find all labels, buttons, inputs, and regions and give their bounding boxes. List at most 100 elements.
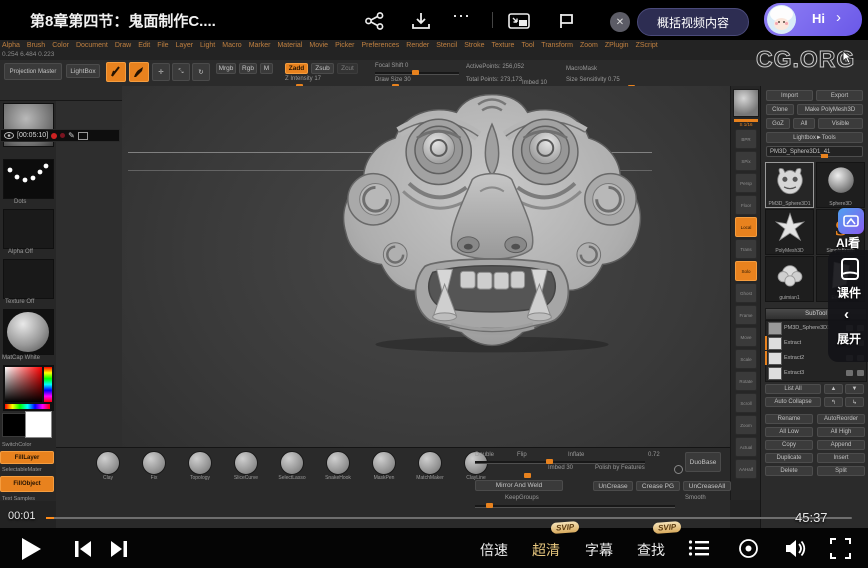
edit-mode-button[interactable]: [106, 62, 126, 82]
menu-light[interactable]: Light: [200, 40, 215, 51]
clone-button[interactable]: Clone: [766, 104, 794, 115]
goz-button[interactable]: GoZ: [766, 118, 790, 129]
imbed30-slider-label[interactable]: Imbed 30: [548, 465, 573, 471]
make-polymesh3d-button[interactable]: Make PolyMesh3D: [797, 104, 863, 115]
oni-mask-model[interactable]: [334, 88, 650, 356]
main-color-swatch[interactable]: [2, 413, 26, 437]
menu-draw[interactable]: Draw: [115, 40, 131, 51]
bottom-brush-slicecurve[interactable]: SliceCurve: [224, 451, 268, 481]
region-icon[interactable]: [78, 132, 88, 140]
subtool-move-down-button[interactable]: ↳: [845, 397, 864, 407]
auto-collapse-button[interactable]: Auto Collapse: [765, 397, 821, 407]
keep-groups-label[interactable]: KeepGroups: [505, 495, 539, 501]
menu-zplugin[interactable]: ZPlugin: [605, 40, 629, 51]
export-button[interactable]: Export: [816, 90, 863, 101]
menu-zoom[interactable]: Zoom: [580, 40, 598, 51]
inflate-label[interactable]: Inflate: [568, 452, 584, 458]
flip-label[interactable]: Flip: [517, 452, 527, 458]
collapse-chevron-icon[interactable]: ‹: [844, 306, 849, 323]
switch-color-label[interactable]: SwitchColor: [2, 442, 31, 448]
polish-label[interactable]: Polish by Features: [595, 465, 645, 471]
rgb-button[interactable]: Rgb: [239, 63, 257, 74]
preview-material-thumbnail[interactable]: [733, 89, 759, 117]
smooth-knob[interactable]: [486, 503, 493, 508]
menu-document[interactable]: Document: [76, 40, 108, 51]
draw-mode-button[interactable]: [129, 62, 149, 82]
subtool-insert-button[interactable]: Insert: [817, 453, 865, 463]
inflate-knob[interactable]: [546, 459, 553, 464]
smooth-label[interactable]: Smooth: [685, 495, 706, 501]
playlist-icon[interactable]: [688, 539, 710, 557]
ai-label[interactable]: AI看: [836, 234, 860, 251]
import-button[interactable]: Import: [766, 90, 813, 101]
right-shelf-bpr-button[interactable]: BPR: [735, 129, 757, 149]
subtool-all-low-button[interactable]: All Low: [765, 427, 813, 437]
right-shelf-spix-button[interactable]: SPix: [735, 151, 757, 171]
right-shelf-zoom-button[interactable]: Zoom: [735, 415, 757, 435]
user-avatar-pill[interactable]: Hi ›: [764, 3, 862, 36]
hue-strip-horizontal[interactable]: [5, 404, 50, 409]
record-settings-icon[interactable]: [738, 538, 759, 559]
pen-icon[interactable]: ✎: [68, 131, 75, 140]
stroke-thumbnail[interactable]: [3, 159, 54, 199]
menu-stencil[interactable]: Stencil: [436, 40, 457, 51]
hue-strip[interactable]: [44, 367, 52, 402]
mrgb-button[interactable]: Mrgb: [216, 63, 236, 74]
double-label[interactable]: Double: [475, 452, 494, 458]
material-thumbnail[interactable]: [3, 309, 54, 355]
color-picker[interactable]: [3, 365, 54, 411]
courseware-book-icon[interactable]: [840, 258, 860, 280]
close-summary-button[interactable]: ✕: [610, 12, 630, 32]
imbed30-knob[interactable]: [524, 473, 531, 478]
tool-polymesh3d[interactable]: PolyMesh3D: [765, 209, 814, 255]
menu-color[interactable]: Color: [52, 40, 69, 51]
uncrease-all-button[interactable]: UnCreaseAll: [683, 481, 731, 491]
courseware-label[interactable]: 课件: [837, 284, 861, 301]
progress-bar[interactable]: [46, 517, 852, 519]
record-dot2-icon[interactable]: [60, 133, 65, 138]
mirror-and-weld-button[interactable]: Mirror And Weld: [475, 480, 563, 491]
crease-pg-button[interactable]: Crease PG: [636, 481, 680, 491]
subtool-paint-toggle[interactable]: [857, 370, 864, 376]
subtitle-button[interactable]: 字幕: [585, 540, 613, 560]
menu-tool[interactable]: Tool: [521, 40, 534, 51]
menu-render[interactable]: Render: [406, 40, 429, 51]
draw-size-slider-label[interactable]: Draw Size 30: [375, 77, 411, 83]
menu-brush[interactable]: Brush: [27, 40, 45, 51]
m-button[interactable]: M: [260, 63, 273, 74]
duobase-button[interactable]: DuoBase: [685, 452, 721, 472]
subtool-split-button[interactable]: Split: [817, 466, 865, 476]
texture-thumbnail[interactable]: [3, 259, 54, 299]
volume-icon[interactable]: [784, 538, 807, 559]
subtool-copy-button[interactable]: Copy: [765, 440, 813, 450]
rotate-mode-button[interactable]: ↻: [192, 63, 210, 81]
fill-layer-button[interactable]: FillLayer: [0, 451, 54, 464]
projection-master-button[interactable]: Projection Master: [4, 63, 62, 80]
alpha-thumbnail[interactable]: [3, 209, 54, 249]
bottom-brush-selectlasso[interactable]: SelectLasso: [270, 451, 314, 481]
danmaku-flag-icon[interactable]: [556, 12, 578, 30]
selectable-material-label[interactable]: SelectableMater: [2, 467, 42, 473]
menu-layer[interactable]: Layer: [176, 40, 194, 51]
subtool-eye-toggle[interactable]: [846, 370, 853, 376]
uncrease-button[interactable]: UnCrease: [593, 481, 633, 491]
share-icon[interactable]: [364, 12, 386, 30]
subtool-item[interactable]: Extract3: [766, 366, 866, 381]
subtool-move-up-button[interactable]: ↰: [824, 397, 843, 407]
quality-button[interactable]: 超清: [532, 540, 560, 560]
record-dot-icon[interactable]: [51, 133, 57, 139]
fill-object-button[interactable]: FillObject: [0, 476, 54, 492]
saturation-square[interactable]: [5, 367, 42, 402]
bottom-brush-topology[interactable]: Topology: [178, 451, 222, 481]
right-shelf-scroll-button[interactable]: Scroll: [735, 393, 757, 413]
zsub-button[interactable]: Zsub: [311, 63, 334, 74]
play-button[interactable]: [16, 535, 44, 563]
menu-preferences[interactable]: Preferences: [362, 40, 400, 51]
tool-guimian1[interactable]: guimian1: [765, 256, 814, 302]
right-shelf-frame-button[interactable]: Frame: [735, 305, 757, 325]
active-tool-slider[interactable]: PM3D_Sphere3D1_41: [766, 146, 863, 157]
subtool-append-button[interactable]: Append: [817, 440, 865, 450]
menu-macro[interactable]: Macro: [222, 40, 241, 51]
scale-mode-button[interactable]: ⤡: [172, 63, 190, 81]
menu-edit[interactable]: Edit: [138, 40, 150, 51]
